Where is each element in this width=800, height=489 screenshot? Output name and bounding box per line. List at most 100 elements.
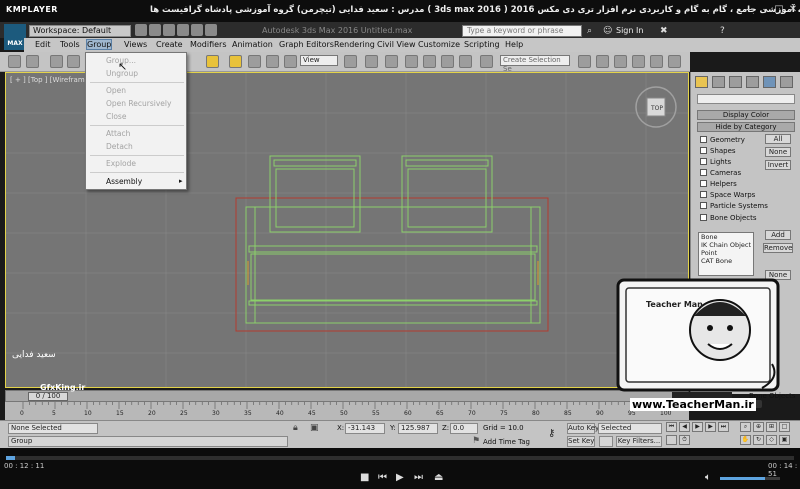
- keyboard-shortcut-icon[interactable]: [385, 55, 398, 68]
- region-zoom-icon[interactable]: ▣: [779, 435, 790, 445]
- select-manipulate-icon[interactable]: [365, 55, 378, 68]
- menu-customize[interactable]: Customize: [418, 40, 460, 49]
- add-time-tag-label[interactable]: Add Time Tag: [483, 438, 530, 446]
- seek-bar[interactable]: [6, 456, 794, 460]
- orbit-icon[interactable]: ↻: [753, 435, 764, 445]
- undo-icon[interactable]: [177, 24, 189, 36]
- fov-icon[interactable]: ◇: [766, 435, 777, 445]
- menu-edit[interactable]: Edit: [35, 40, 51, 49]
- category-bone-objects[interactable]: Bone Objects: [700, 214, 757, 222]
- display-tab-icon[interactable]: [763, 76, 776, 88]
- category-helpers[interactable]: Helpers: [700, 180, 737, 188]
- redo-tool-icon[interactable]: [26, 55, 39, 68]
- none-button[interactable]: None: [765, 147, 791, 157]
- layer-icon[interactable]: [614, 55, 627, 68]
- x-coordinate-field[interactable]: -31.143: [345, 423, 385, 434]
- workspace-dropdown[interactable]: Workspace: Default: [29, 25, 131, 37]
- pan-icon[interactable]: ✋: [740, 435, 751, 445]
- all-button[interactable]: All: [765, 134, 791, 144]
- percent-snap-icon[interactable]: [441, 55, 454, 68]
- scale-icon[interactable]: [266, 55, 279, 68]
- exchange-icon[interactable]: ✖: [660, 26, 668, 36]
- menu-item-assembly[interactable]: Assembly: [106, 177, 142, 186]
- menu-help[interactable]: Help: [505, 40, 523, 49]
- hide-by-category-rollout[interactable]: Hide by Category: [697, 122, 795, 132]
- snap-3d-icon[interactable]: [405, 55, 418, 68]
- search-input[interactable]: Type a keyword or phrase: [462, 25, 582, 37]
- invert-button[interactable]: Invert: [765, 160, 791, 170]
- menu-tools[interactable]: Tools: [60, 40, 80, 49]
- menu-group[interactable]: Group: [85, 39, 113, 50]
- max-logo[interactable]: MAX: [4, 24, 26, 50]
- create-tab-icon[interactable]: [695, 76, 708, 88]
- render-icon[interactable]: [668, 55, 681, 68]
- sign-in-link[interactable]: Sign In: [616, 26, 643, 35]
- category-cameras[interactable]: Cameras: [700, 169, 741, 177]
- list-item[interactable]: Point: [699, 249, 753, 257]
- menu-item-explode[interactable]: Explode: [106, 159, 136, 168]
- menu-civil-view[interactable]: Civil View: [377, 40, 416, 49]
- maximize-icon[interactable]: □: [772, 3, 786, 17]
- category-geometry[interactable]: Geometry: [700, 136, 745, 144]
- undo-tool-icon[interactable]: [8, 55, 21, 68]
- player-prev-icon[interactable]: ⏮: [378, 472, 387, 483]
- time-tag-icon[interactable]: ⚑: [472, 436, 480, 446]
- menu-create[interactable]: Create: [156, 40, 183, 49]
- category-shapes[interactable]: Shapes: [700, 147, 736, 155]
- menu-scripting[interactable]: Scripting: [464, 40, 500, 49]
- save-icon[interactable]: [163, 24, 175, 36]
- rotate-icon[interactable]: [248, 55, 261, 68]
- menu-animation[interactable]: Animation: [232, 40, 273, 49]
- menu-item-detach[interactable]: Detach: [106, 142, 133, 151]
- key-filters-button[interactable]: Key Filters...: [616, 436, 662, 447]
- modify-tab-icon[interactable]: [712, 76, 725, 88]
- help-icon[interactable]: ?: [720, 26, 725, 36]
- menu-item-attach[interactable]: Attach: [106, 129, 130, 138]
- menu-item-open[interactable]: Open: [106, 86, 126, 95]
- named-selection-icon[interactable]: [480, 55, 493, 68]
- close-icon[interactable]: ✕: [786, 3, 800, 17]
- align-icon[interactable]: [596, 55, 609, 68]
- move-icon[interactable]: [229, 55, 242, 68]
- menu-item-open-recursively[interactable]: Open Recursively: [106, 99, 171, 108]
- search-icon[interactable]: ⌕: [587, 26, 592, 36]
- list-item[interactable]: IK Chain Object: [699, 241, 753, 249]
- mirror-icon[interactable]: [578, 55, 591, 68]
- player-open-icon[interactable]: ⏏: [434, 472, 443, 483]
- pivot-icon[interactable]: [344, 55, 357, 68]
- object-name-field[interactable]: [697, 94, 795, 104]
- time-config-icon[interactable]: ⏱: [679, 435, 690, 445]
- open-icon[interactable]: [149, 24, 161, 36]
- remove-button[interactable]: Remove: [763, 243, 793, 253]
- project-icon[interactable]: [205, 24, 217, 36]
- unlink-icon[interactable]: [67, 55, 80, 68]
- frame-field[interactable]: [666, 435, 677, 445]
- reference-coordinate-dropdown[interactable]: View: [300, 55, 338, 66]
- time-slider[interactable]: [5, 390, 689, 402]
- hierarchy-tab-icon[interactable]: [729, 76, 742, 88]
- category-particle-systems[interactable]: Particle Systems: [700, 202, 768, 210]
- y-coordinate-field[interactable]: 125.987: [398, 423, 438, 434]
- list-item[interactable]: Bone: [699, 233, 753, 241]
- material-editor-icon[interactable]: [650, 55, 663, 68]
- set-key-button[interactable]: Set Key: [567, 436, 595, 447]
- absolute-mode-icon[interactable]: ▣: [310, 423, 319, 433]
- category-lights[interactable]: Lights: [700, 158, 731, 166]
- display-color-rollout[interactable]: Display Color: [697, 110, 795, 120]
- add-button[interactable]: Add: [765, 230, 791, 240]
- spinner-snap-icon[interactable]: [459, 55, 472, 68]
- auto-key-button[interactable]: Auto Key: [567, 423, 599, 434]
- z-coordinate-field[interactable]: 0.0: [450, 423, 478, 434]
- player-volume-icon[interactable]: 🔈︎: [705, 472, 711, 483]
- menu-modifiers[interactable]: Modifiers: [190, 40, 227, 49]
- list-item[interactable]: CAT Bone: [699, 257, 753, 265]
- player-next-icon[interactable]: ⏭: [414, 472, 423, 483]
- utilities-tab-icon[interactable]: [780, 76, 793, 88]
- time-slider-thumb[interactable]: 0 / 100: [28, 392, 68, 401]
- place-icon[interactable]: [284, 55, 297, 68]
- category-space-warps[interactable]: Space Warps: [700, 191, 755, 199]
- select-object-icon[interactable]: [206, 55, 219, 68]
- pin-icon[interactable]: ⎯: [742, 3, 756, 17]
- angle-snap-icon[interactable]: [423, 55, 436, 68]
- selection-set-dropdown[interactable]: Create Selection Se: [500, 55, 570, 73]
